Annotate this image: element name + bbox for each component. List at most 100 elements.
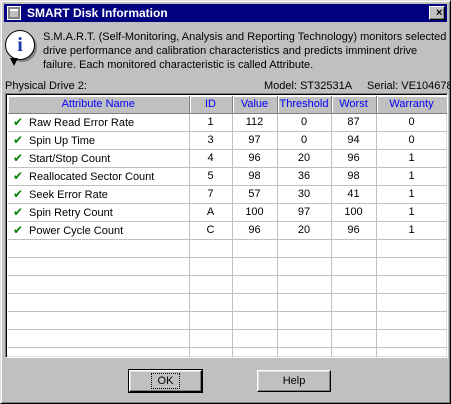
attribute-name-cell: ✔ Spin Retry Count [8,203,190,222]
attribute-threshold-cell: 36 [277,167,332,186]
empty-cell [277,257,332,276]
table-empty-row [8,239,447,258]
table-empty-row [8,347,447,357]
empty-cell [189,347,233,357]
attribute-name-cell: ✔ Raw Read Error Rate [8,113,190,132]
empty-cell [376,311,447,330]
empty-cell [189,293,233,312]
attribute-id-cell: 7 [189,185,233,204]
attribute-value-cell: 57 [232,185,278,204]
empty-cell [232,257,278,276]
attribute-name-label: Spin Retry Count [29,207,113,219]
empty-cell [232,347,278,357]
empty-cell [232,329,278,348]
attribute-table-frame[interactable]: Attribute Name ID Value Threshold Worst … [5,93,448,358]
empty-cell [376,257,447,276]
attribute-name-label: Reallocated Sector Count [29,171,155,183]
empty-cell [331,329,377,348]
empty-cell [8,275,190,294]
attribute-worst-cell: 41 [331,185,377,204]
attribute-worst-cell: 96 [331,221,377,240]
checkmark-icon: ✔ [13,187,24,201]
attribute-threshold-cell: 20 [277,221,332,240]
empty-cell [232,311,278,330]
empty-cell [277,275,332,294]
column-header-warranty[interactable]: Warranty [376,96,447,114]
checkmark-icon: ✔ [13,169,24,183]
column-header-id[interactable]: ID [189,96,233,114]
empty-cell [8,347,190,357]
empty-cell [277,329,332,348]
app-window-icon [7,6,21,20]
attribute-value-cell: 98 [232,167,278,186]
attribute-threshold-cell: 0 [277,131,332,150]
attribute-id-cell: A [189,203,233,222]
table-row[interactable]: ✔ Power Cycle Count C 96 20 96 1 [8,221,447,240]
drive-model: Model: ST32531A [264,80,353,92]
attribute-value-cell: 100 [232,203,278,222]
empty-cell [331,239,377,258]
checkmark-icon: ✔ [13,223,24,237]
attribute-threshold-cell: 97 [277,203,332,222]
table-empty-row [8,275,447,294]
attribute-name-cell: ✔ Power Cycle Count [8,221,190,240]
attribute-warranty-cell: 1 [376,167,447,186]
checkmark-icon: ✔ [13,115,24,129]
close-button[interactable]: × [429,6,445,20]
attribute-worst-cell: 100 [331,203,377,222]
empty-cell [331,293,377,312]
empty-cell [189,329,233,348]
attribute-id-cell: 5 [189,167,233,186]
empty-cell [189,239,233,258]
empty-cell [189,311,233,330]
empty-cell [232,293,278,312]
attribute-threshold-cell: 30 [277,185,332,204]
table-empty-row [8,311,447,330]
attribute-id-cell: C [189,221,233,240]
empty-cell [376,293,447,312]
attribute-name-label: Spin Up Time [29,135,96,147]
attribute-id-cell: 1 [189,113,233,132]
attribute-worst-cell: 94 [331,131,377,150]
attribute-worst-cell: 87 [331,113,377,132]
empty-cell [331,257,377,276]
column-header-worst[interactable]: Worst [331,96,377,114]
help-button[interactable]: Help [257,370,331,392]
attribute-value-cell: 96 [232,149,278,168]
empty-cell [277,239,332,258]
title-bar[interactable]: SMART Disk Information × [4,4,447,22]
attribute-warranty-cell: 1 [376,221,447,240]
empty-cell [376,275,447,294]
empty-cell [232,275,278,294]
empty-cell [277,293,332,312]
empty-cell [376,347,447,357]
attribute-warranty-cell: 1 [376,185,447,204]
table-row[interactable]: ✔ Spin Retry Count A 100 97 100 1 [8,203,447,222]
empty-cell [277,347,332,357]
empty-cell [376,239,447,258]
attribute-warranty-cell: 1 [376,203,447,222]
column-header-value[interactable]: Value [232,96,278,114]
ok-button-label: OK [150,373,181,389]
window-title: SMART Disk Information [27,6,168,20]
table-row[interactable]: ✔ Raw Read Error Rate 1 112 0 87 0 [8,113,447,132]
table-empty-row [8,257,447,276]
attribute-threshold-cell: 20 [277,149,332,168]
table-row[interactable]: ✔ Reallocated Sector Count 5 98 36 98 1 [8,167,447,186]
table-empty-row [8,293,447,312]
attribute-warranty-cell: 1 [376,149,447,168]
empty-cell [8,257,190,276]
drive-serial: Serial: VE104678 [367,80,451,92]
table-row[interactable]: ✔ Spin Up Time 3 97 0 94 0 [8,131,447,150]
smart-dialog-window: SMART Disk Information × i S.M.A.R.T. (S… [0,0,451,404]
ok-button[interactable]: OK [128,369,203,393]
attribute-name-label: Start/Stop Count [29,153,111,165]
table-row[interactable]: ✔ Seek Error Rate 7 57 30 41 1 [8,185,447,204]
info-icon: i [5,30,35,66]
column-header-attribute-name[interactable]: Attribute Name [8,96,190,114]
attribute-warranty-cell: 0 [376,113,447,132]
empty-cell [331,275,377,294]
checkmark-icon: ✔ [13,205,24,219]
table-row[interactable]: ✔ Start/Stop Count 4 96 20 96 1 [8,149,447,168]
column-header-threshold[interactable]: Threshold [277,96,332,114]
